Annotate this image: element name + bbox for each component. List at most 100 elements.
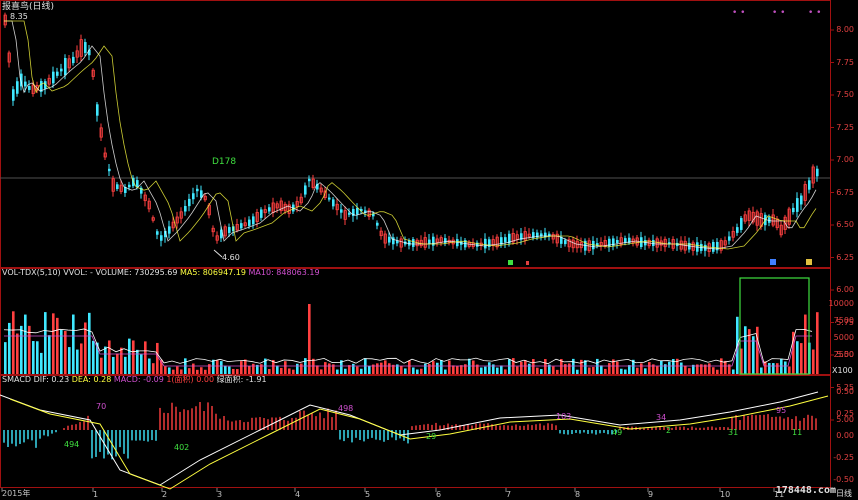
volume-bar xyxy=(64,330,67,374)
volume-bar xyxy=(564,364,567,374)
volume-bar xyxy=(644,368,647,374)
volume-bar xyxy=(20,325,23,374)
volume-bar xyxy=(532,359,535,374)
period-label: 日线 xyxy=(836,489,852,498)
volume-bar xyxy=(292,369,295,374)
volume-bar xyxy=(164,366,167,374)
candle-down xyxy=(712,241,715,252)
candle-down xyxy=(816,168,819,177)
volume-bar xyxy=(796,341,799,374)
volume-tick-label: 2500 xyxy=(833,350,854,359)
volume-bar xyxy=(712,367,715,374)
volume-bar xyxy=(268,369,271,374)
volume-bar xyxy=(388,363,391,374)
volume-bar xyxy=(400,365,403,374)
volume-bar xyxy=(132,340,135,374)
macd-annotation: 95 xyxy=(776,406,787,415)
volume-bar xyxy=(640,363,643,374)
volume-bar xyxy=(60,330,63,374)
volume-bar xyxy=(752,336,755,374)
date-tick-label: 6 xyxy=(436,490,442,499)
candle-down xyxy=(28,86,31,90)
volume-bar xyxy=(812,349,815,374)
volume-bar xyxy=(80,343,83,374)
candle-down xyxy=(228,227,231,233)
price-tick-label: 8.00 xyxy=(836,25,854,34)
volume-bar xyxy=(616,361,619,374)
candle-down xyxy=(428,239,431,245)
candle-down xyxy=(56,71,59,76)
volume-bar xyxy=(520,361,523,374)
volume-unit: X100 xyxy=(832,366,853,375)
volume-bar xyxy=(488,362,491,374)
candle-down xyxy=(248,219,251,226)
price-tick-label: 6.25 xyxy=(836,252,854,262)
candle-down xyxy=(388,236,391,243)
candle-down xyxy=(564,240,567,245)
candle-down xyxy=(84,42,87,53)
volume-bar xyxy=(688,368,691,374)
date-tick-label: 9 xyxy=(648,490,654,499)
volume-bar xyxy=(552,366,555,374)
volume-bar xyxy=(600,365,603,374)
marker-square xyxy=(508,260,513,265)
volume-bar xyxy=(604,368,607,374)
marker-label: D178 xyxy=(212,157,237,167)
candle-down xyxy=(332,199,335,207)
macd-annotation: 31 xyxy=(728,428,739,437)
high-price-label: 8.35 xyxy=(10,12,28,21)
macd-panel-frame xyxy=(0,375,831,488)
volume-bar xyxy=(412,367,415,374)
volume-tick-label: 10000 xyxy=(828,299,854,308)
kline-chart-canvas[interactable] xyxy=(0,0,858,500)
candle-down xyxy=(740,218,743,230)
volume-bar xyxy=(504,369,507,374)
volume-bar xyxy=(300,363,303,374)
volume-bar xyxy=(624,369,627,374)
candle-down xyxy=(128,184,131,188)
candle-down xyxy=(64,58,67,76)
candle-down xyxy=(268,207,271,212)
candle-down xyxy=(168,226,171,234)
volume-bar xyxy=(484,366,487,374)
volume-bar xyxy=(428,364,431,374)
macd-dea: DEA: 0.28 xyxy=(71,375,112,384)
volume-bar xyxy=(508,359,511,374)
volume-bar xyxy=(224,365,227,374)
volume-bar xyxy=(536,367,539,374)
volume-bar xyxy=(424,363,427,374)
volume-bar xyxy=(760,367,763,374)
price-tick-label: 6.00 xyxy=(836,285,854,294)
macd-dif: DIF: 0.23 xyxy=(33,375,70,384)
volume-bar xyxy=(440,359,443,374)
volume-bar xyxy=(592,366,595,374)
volume-bar xyxy=(24,314,27,374)
volume-bar xyxy=(684,365,687,374)
volume-bar xyxy=(212,359,215,374)
volume-bar xyxy=(276,365,279,374)
date-tick-label: 4 xyxy=(295,490,301,499)
date-tick-label: 8 xyxy=(575,490,581,499)
candle-down xyxy=(240,223,243,229)
watermark: 178448.com xyxy=(775,485,836,496)
candle-down xyxy=(16,81,19,94)
volume-bar xyxy=(368,365,371,374)
volume-bar xyxy=(436,362,439,374)
volume-bar xyxy=(524,360,527,374)
volume-bar xyxy=(228,366,231,374)
marker-square xyxy=(770,259,776,265)
volume-bar xyxy=(800,343,803,374)
candle-down xyxy=(356,207,359,215)
volume-bar xyxy=(572,358,575,374)
candle-down xyxy=(808,180,811,190)
macd-annotation: 34 xyxy=(656,413,667,422)
candle-down xyxy=(184,205,187,212)
candle-down xyxy=(340,209,343,213)
volume-bar xyxy=(636,367,639,374)
volume-bar xyxy=(448,360,451,374)
volume-bar xyxy=(112,356,115,374)
volume-bar xyxy=(352,363,355,374)
volume-bar xyxy=(72,314,75,374)
volume-bar xyxy=(68,347,71,374)
volume-bar xyxy=(316,365,319,374)
